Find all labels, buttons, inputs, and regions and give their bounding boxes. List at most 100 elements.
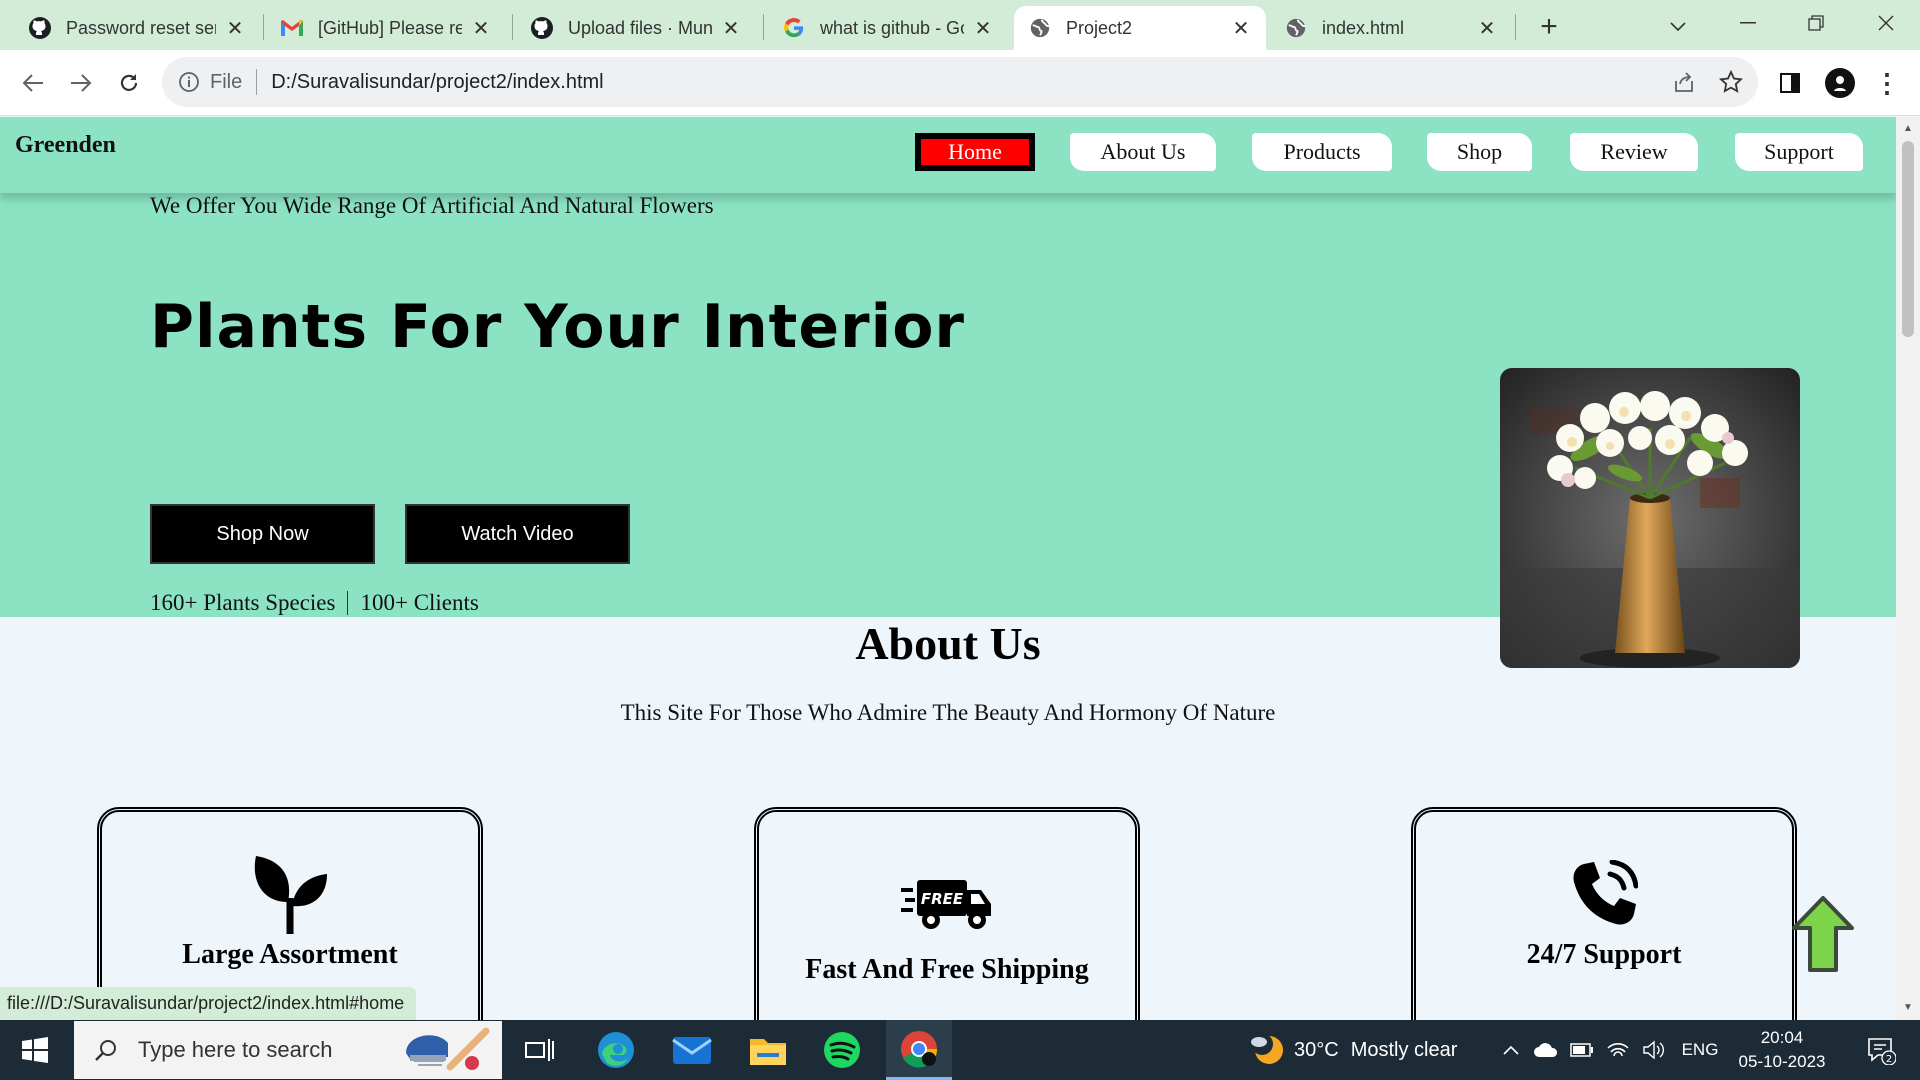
nav-products[interactable]: Products xyxy=(1252,133,1392,171)
cricket-helmet-icon xyxy=(396,1023,492,1077)
nav-home[interactable]: Home xyxy=(915,133,1035,171)
tab-divider xyxy=(263,14,264,40)
page-scrollbar[interactable]: ▲ ▼ xyxy=(1896,117,1920,1020)
weather-temp: 30°C xyxy=(1294,1038,1339,1061)
forward-arrow-icon[interactable] xyxy=(62,64,100,102)
globe-icon xyxy=(1284,16,1308,40)
shop-now-button[interactable]: Shop Now xyxy=(150,504,375,564)
onedrive-cloud-icon[interactable] xyxy=(1530,1020,1562,1080)
about-subtitle: This Site For Those Who Admire The Beaut… xyxy=(620,700,1276,725)
browser-tab-strip: Password reset ser ✕ [GitHub] Please re … xyxy=(0,0,1920,50)
site-logo[interactable]: Greenden xyxy=(15,132,116,159)
nav-review[interactable]: Review xyxy=(1570,133,1698,171)
language-indicator[interactable]: ENG xyxy=(1678,1020,1722,1080)
minimize-icon[interactable] xyxy=(1728,6,1768,40)
file-explorer-icon[interactable] xyxy=(738,1020,798,1080)
watch-video-button[interactable]: Watch Video xyxy=(405,504,630,564)
scroll-down-icon[interactable]: ▼ xyxy=(1903,1002,1913,1013)
windows-start-icon[interactable] xyxy=(0,1020,70,1080)
feature-card-shipping: FREE Fast And Free Shipping xyxy=(754,807,1140,1020)
reload-icon[interactable] xyxy=(110,64,148,102)
browser-tab[interactable]: Upload files · Mun ✕ xyxy=(516,6,756,50)
mail-icon[interactable] xyxy=(662,1020,722,1080)
task-view-icon[interactable] xyxy=(512,1020,568,1080)
github-icon xyxy=(530,16,554,40)
feature-card-support: 24/7 Support xyxy=(1411,807,1797,1020)
browser-toolbar: File D:/Suravalisundar/project2/index.ht… xyxy=(0,50,1920,116)
spotify-icon[interactable] xyxy=(812,1020,872,1080)
weather-widget[interactable]: 30°C Mostly clear xyxy=(1294,1020,1474,1080)
tab-search-chevron-icon[interactable] xyxy=(1660,10,1696,44)
free-delivery-truck-icon: FREE xyxy=(759,876,1135,932)
url-text[interactable]: D:/Suravalisundar/project2/index.html xyxy=(271,71,603,94)
tab-title: Project2 xyxy=(1066,17,1133,38)
tab-title: Password reset ser xyxy=(66,17,216,38)
page-viewport: Greenden Home About Us Products Shop Rev… xyxy=(0,117,1896,1020)
scroll-up-icon[interactable]: ▲ xyxy=(1903,123,1913,134)
notifications-icon[interactable]: 2 xyxy=(1856,1020,1906,1080)
hero-title: Plants For Your Interior xyxy=(150,292,966,362)
scroll-to-top-arrow-icon[interactable] xyxy=(1790,894,1856,974)
clock-time: 20:04 xyxy=(1760,1028,1804,1047)
search-placeholder: Type here to search xyxy=(138,1037,333,1062)
stat-species: 160+ Plants Species xyxy=(150,590,336,615)
tab-title: what is github - Go xyxy=(820,17,964,38)
phone-icon xyxy=(1416,860,1792,928)
browser-tab[interactable]: [GitHub] Please re ✕ xyxy=(266,6,506,50)
chrome-taskbar-icon[interactable] xyxy=(886,1020,952,1080)
back-arrow-icon[interactable] xyxy=(14,64,52,102)
taskbar-search-input[interactable]: Type here to search xyxy=(74,1021,502,1079)
profile-avatar[interactable] xyxy=(1822,64,1858,102)
site-header: Greenden Home About Us Products Shop Rev… xyxy=(0,117,1896,193)
github-icon xyxy=(28,16,52,40)
close-icon[interactable]: ✕ xyxy=(720,17,742,40)
weather-moon-icon[interactable] xyxy=(1244,1020,1290,1080)
gmail-icon xyxy=(280,16,304,40)
feature-title: Large Assortment xyxy=(182,939,398,970)
browser-tab[interactable]: index.html ✕ xyxy=(1270,6,1512,50)
edge-browser-icon[interactable] xyxy=(586,1020,646,1080)
close-window-icon[interactable] xyxy=(1866,6,1906,40)
scrollbar-thumb[interactable] xyxy=(1902,141,1914,337)
browser-tab[interactable]: Password reset ser ✕ xyxy=(14,6,260,50)
tab-divider xyxy=(1515,14,1516,40)
browser-tab-active[interactable]: Project2 ✕ xyxy=(1014,6,1266,50)
status-bar-link: file:///D:/Suravalisundar/project2/index… xyxy=(0,987,417,1020)
search-icon xyxy=(94,1038,118,1062)
clock[interactable]: 20:04 05-10-2023 xyxy=(1726,1020,1838,1080)
nav-about-us[interactable]: About Us xyxy=(1070,133,1216,171)
tab-title: Upload files · Mun xyxy=(568,17,712,38)
sprout-icon xyxy=(102,854,478,934)
close-icon[interactable]: ✕ xyxy=(1476,17,1498,40)
bookmark-star-icon[interactable] xyxy=(1719,70,1743,94)
menu-kebab-icon[interactable]: ⋮ xyxy=(1870,64,1904,102)
tab-title: [GitHub] Please re xyxy=(318,17,462,38)
nav-support[interactable]: Support xyxy=(1735,133,1863,171)
truck-badge-text: FREE xyxy=(921,890,964,908)
volume-icon[interactable] xyxy=(1638,1020,1670,1080)
chevron-up-icon[interactable] xyxy=(1496,1020,1526,1080)
close-icon[interactable]: ✕ xyxy=(224,17,246,40)
new-tab-icon[interactable]: + xyxy=(1530,10,1568,44)
restore-icon[interactable] xyxy=(1796,6,1836,40)
close-icon[interactable]: ✕ xyxy=(470,17,492,40)
wifi-icon[interactable] xyxy=(1602,1020,1634,1080)
close-icon[interactable]: ✕ xyxy=(972,17,994,40)
url-divider xyxy=(256,69,258,95)
url-scheme: File xyxy=(210,70,243,93)
stat-divider xyxy=(347,591,349,615)
share-icon[interactable] xyxy=(1672,71,1696,93)
hero-stats: 160+ Plants Species 100+ Clients xyxy=(150,590,479,616)
info-icon[interactable] xyxy=(178,71,200,93)
close-icon[interactable]: ✕ xyxy=(1230,17,1252,40)
feature-title: Fast And Free Shipping xyxy=(805,954,1089,985)
hero-tagline: We Offer You Wide Range Of Artificial An… xyxy=(150,193,714,218)
clock-date: 05-10-2023 xyxy=(1738,1052,1826,1071)
browser-tab[interactable]: what is github - Go ✕ xyxy=(768,6,1008,50)
nav-shop[interactable]: Shop xyxy=(1427,133,1532,171)
address-bar[interactable]: File D:/Suravalisundar/project2/index.ht… xyxy=(162,57,1758,107)
side-panel-icon[interactable] xyxy=(1773,64,1807,102)
globe-icon xyxy=(1028,16,1052,40)
battery-icon[interactable] xyxy=(1566,1020,1598,1080)
windows-taskbar: Type here to search 30°C Mostly clear EN… xyxy=(0,1020,1920,1080)
